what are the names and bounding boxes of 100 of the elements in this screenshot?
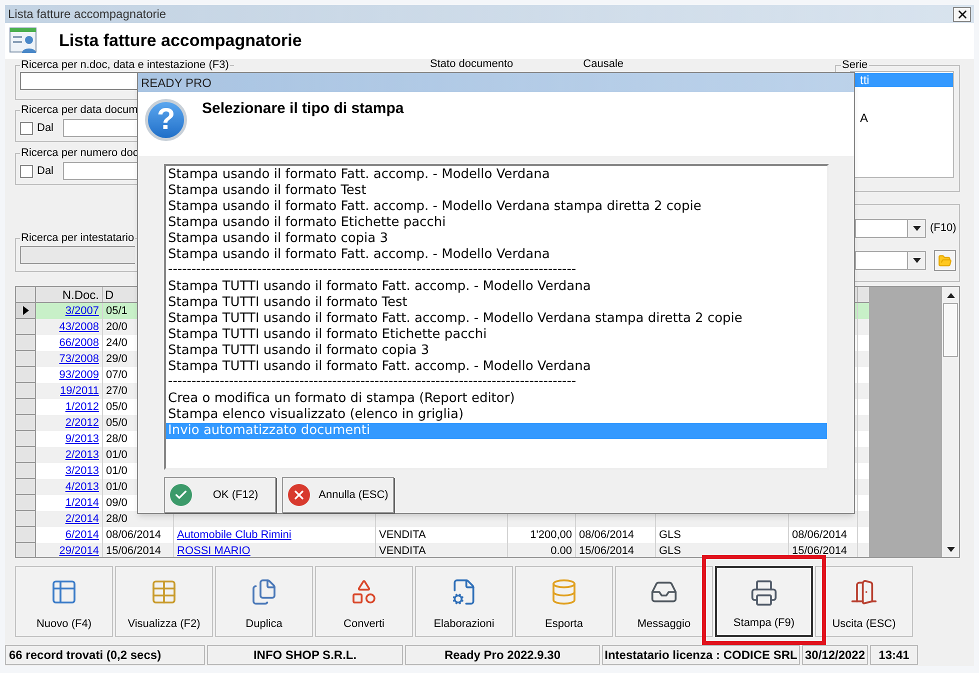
dialog-title: READY PRO <box>141 74 212 92</box>
table-cell: 15/06/2014 <box>792 545 848 557</box>
vertical-scrollbar[interactable] <box>942 287 959 557</box>
list-item[interactable]: Stampa usando il formato Fatt. accomp. - Modello Verdana <box>166 167 827 183</box>
dialog-heading: Selezionare il tipo di stampa <box>202 99 404 119</box>
group-label: Ricerca per n.doc, data e intestazione (F3) <box>20 59 230 71</box>
list-item[interactable]: Stampa TUTTI usando il formato Fatt. accomp. - Modello Verdana <box>166 279 827 295</box>
table-cell: 15/06/2014 <box>106 545 162 557</box>
table-cell: 05/0 <box>106 417 128 429</box>
date-field[interactable] <box>63 162 140 180</box>
list-item[interactable]: Stampa usando il formato Fatt. accomp. - Modello Verdana <box>166 247 827 263</box>
date-field[interactable] <box>63 119 139 137</box>
row-selector[interactable] <box>16 303 36 319</box>
record-link[interactable]: 73/2008 <box>59 353 99 365</box>
table-icon <box>150 578 178 606</box>
status-text: 66 record trovati (0,2 secs) <box>5 644 205 664</box>
table-cell: 24/0 <box>106 337 128 349</box>
checkbox-label: Dal <box>37 120 55 136</box>
toolbar-button[interactable]: Visualizza (F2) <box>115 566 213 637</box>
group-label: Ricerca per numero doc <box>20 147 140 159</box>
cancel-button[interactable]: Annulla (ESC) <box>282 477 394 513</box>
document-person-icon <box>9 27 39 55</box>
table-cell: 01/0 <box>106 481 128 493</box>
table-cell: 07/0 <box>106 369 128 381</box>
table-cell: 09/0 <box>106 497 128 509</box>
table-cell: 08/06/2014 <box>106 529 162 541</box>
table-cell: 28/0 <box>106 513 128 525</box>
record-link[interactable]: 66/2008 <box>59 337 99 349</box>
toolbar-button[interactable]: Duplica <box>215 566 313 637</box>
record-link[interactable]: 29/2014 <box>59 545 99 557</box>
record-link[interactable]: 19/2011 <box>60 385 99 397</box>
record-link[interactable]: 2/2012 <box>65 417 99 429</box>
shapes-icon <box>350 578 378 606</box>
status-text: 30/12/2022 <box>802 644 868 664</box>
table-cell: 05/1 <box>106 305 128 317</box>
window-title: Lista fatture accompagnatorie <box>8 6 168 23</box>
list-item[interactable]: Stampa TUTTI usando il formato copia 3 <box>166 343 827 359</box>
record-link[interactable]: 3/2013 <box>65 465 99 477</box>
ok-button[interactable]: OK (F12) <box>164 477 276 513</box>
scroll-thumb[interactable] <box>943 303 958 357</box>
list-item[interactable]: Stampa usando il formato Test <box>166 183 827 199</box>
folder-button[interactable] <box>934 250 956 271</box>
list-item[interactable]: Stampa usando il formato copia 3 <box>166 231 827 247</box>
close-icon <box>288 484 310 506</box>
list-item[interactable]: Stampa elenco visualizzato (elenco in griglia) <box>166 407 827 423</box>
record-link[interactable]: 93/2009 <box>59 369 99 381</box>
table-cell: VENDITA <box>379 545 426 557</box>
list-item[interactable]: Stampa usando il formato Fatt. accomp. - Modello Verdana stampa diretta 2 copie <box>166 199 827 215</box>
toolbar-button[interactable]: Stampa (F9) <box>715 566 813 637</box>
group-label: Ricerca per data docum <box>20 104 139 116</box>
column-header[interactable]: N.Doc. <box>62 288 99 302</box>
status-text: INFO SHOP S.R.L. <box>207 644 403 664</box>
table-cell: 20/0 <box>106 321 128 333</box>
record-link[interactable]: 43/2008 <box>59 321 99 333</box>
record-link[interactable]: 9/2013 <box>65 433 99 445</box>
table-cell: 08/06/2014 <box>792 529 848 541</box>
table-cell: 05/0 <box>106 401 128 413</box>
list-item[interactable]: Stampa TUTTI usando il formato Fatt. accomp. - Modello Verdana <box>166 359 827 375</box>
list-item[interactable]: Stampa TUTTI usando il formato Test <box>166 295 827 311</box>
close-icon <box>956 8 968 20</box>
record-link[interactable]: 4/2013 <box>65 481 99 493</box>
list-item[interactable]: Crea o modifica un formato di stampa (Report editor) <box>166 391 827 407</box>
table-cell: 0.00 <box>550 545 572 557</box>
toolbar-button[interactable]: Uscita (ESC) <box>815 566 913 637</box>
list-item[interactable]: A <box>851 111 953 125</box>
table-cell: VENDITA <box>379 529 426 541</box>
question-icon: ? <box>145 99 187 141</box>
record-link[interactable]: 2/2013 <box>65 449 99 461</box>
checkbox[interactable] <box>20 122 33 134</box>
list-item[interactable]: Stampa TUTTI usando il formato Fatt. accomp. - Modello Verdana stampa diretta 2 copie <box>166 311 827 327</box>
record-link[interactable]: 2/2014 <box>65 513 99 525</box>
toolbar-button[interactable]: Esporta <box>515 566 613 637</box>
table-cell: 15/06/2014 <box>579 545 634 557</box>
record-link[interactable]: 6/2014 <box>65 529 99 541</box>
record-link[interactable]: 1/2012 <box>65 401 99 413</box>
record-link[interactable]: 1/2014 <box>65 497 99 509</box>
list-item[interactable]: Stampa usando il formato Etichette pacchi <box>166 215 827 231</box>
row-pointer-icon <box>22 306 28 315</box>
list-item[interactable]: Stampa TUTTI usando il formato Etichette pacchi <box>166 327 827 343</box>
status-text: Ready Pro 2022.9.30 <box>405 644 600 664</box>
scroll-down-arrow-icon[interactable] <box>946 546 954 552</box>
folder-icon <box>938 254 952 268</box>
status-text: 13:41 <box>870 644 918 664</box>
group-label: Stato documento <box>430 59 514 69</box>
scroll-up-arrow-icon[interactable] <box>946 292 954 298</box>
status-text: Intestatario licenza : CODICE SRL <box>602 644 800 664</box>
toolbar-button[interactable]: Elaborazioni <box>415 566 513 637</box>
record-link[interactable]: Automobile Club Rimini <box>177 529 292 541</box>
toolbar-button[interactable]: Nuovo (F4) <box>15 566 113 637</box>
record-link[interactable]: 3/2007 <box>65 305 99 317</box>
column-header[interactable]: D <box>105 288 114 302</box>
checkbox[interactable] <box>20 164 33 178</box>
close-button[interactable] <box>953 6 971 22</box>
table-cell: GLS <box>659 529 682 541</box>
group-label: Ricerca per intestatario <box>20 232 136 244</box>
printer-icon <box>750 579 778 607</box>
record-link[interactable]: ROSSI MARIO <box>177 545 250 557</box>
table-cell: 27/0 <box>106 385 128 397</box>
toolbar-button[interactable]: Converti <box>315 566 413 637</box>
toolbar-button[interactable]: Messaggio <box>615 566 713 637</box>
